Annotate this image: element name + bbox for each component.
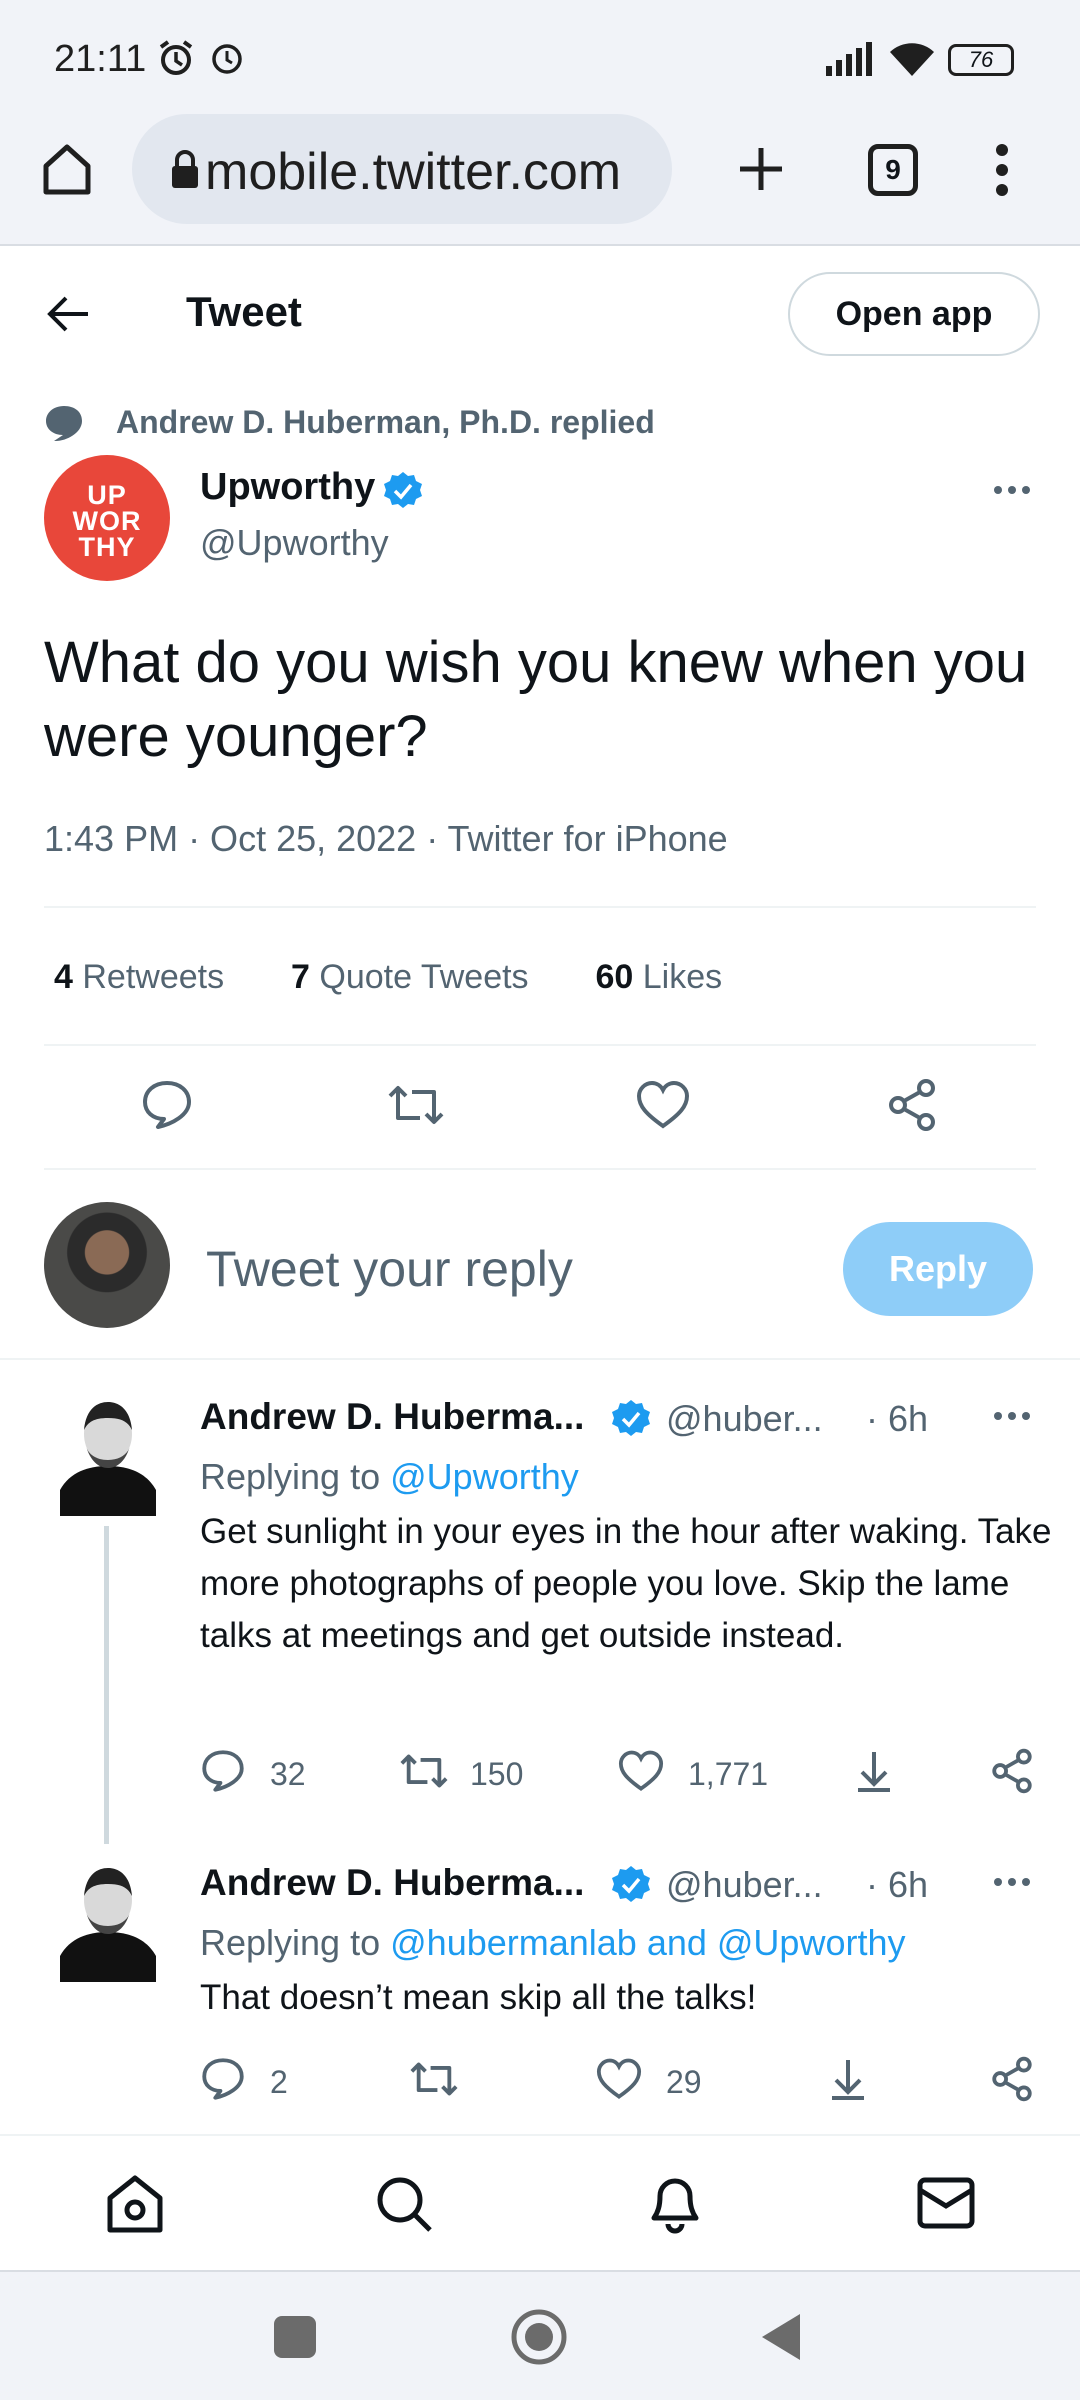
lock-icon[interactable] <box>170 150 200 190</box>
back-button[interactable] <box>760 2312 802 2362</box>
reply-icon[interactable] <box>200 2056 246 2102</box>
replying-to-link[interactable]: @hubermanlab and @Upworthy <box>390 1922 905 1963</box>
more-options-icon[interactable] <box>992 1410 1032 1422</box>
tweet-stats: 4 Retweets 7 Quote Tweets 60 Likes <box>54 958 722 997</box>
alarm-icon <box>156 38 196 78</box>
like-icon[interactable] <box>636 1080 690 1130</box>
reply-count: 2 <box>270 2064 288 2100</box>
reply-text: Get sunlight in your eyes in the hour af… <box>200 1512 1052 1655</box>
reply-count: 32 <box>270 1756 306 1792</box>
avatar[interactable] <box>44 1202 170 1328</box>
like-icon[interactable] <box>596 2058 642 2100</box>
like-count: 29 <box>666 2064 702 2100</box>
reply-input[interactable]: Tweet your reply <box>206 1240 573 1298</box>
avatar[interactable]: UP WOR THY <box>44 455 170 581</box>
reply-bubble-icon <box>44 404 84 442</box>
reply-author-name[interactable]: Andrew D. Huberma... <box>200 1396 584 1438</box>
home-icon[interactable] <box>104 2174 166 2234</box>
messages-icon[interactable] <box>916 2176 976 2230</box>
verified-badge-icon <box>610 1864 652 1906</box>
recents-button[interactable] <box>274 2316 316 2358</box>
likes-stat[interactable]: 60 Likes <box>595 958 722 996</box>
more-options-icon[interactable] <box>992 484 1032 496</box>
reply-icon[interactable] <box>140 1078 194 1132</box>
search-icon[interactable] <box>374 2174 434 2234</box>
open-app-button[interactable]: Open app <box>788 272 1040 356</box>
divider <box>44 1168 1036 1170</box>
browser-chrome: 21:11 76 mobile.twitter.com 9 <box>0 0 1080 246</box>
thread-line <box>104 1526 109 1844</box>
avatar-logo-text: THY <box>78 532 136 562</box>
divider <box>0 1358 1080 1360</box>
reply-icon[interactable] <box>200 1748 246 1794</box>
reply-author-handle[interactable]: @huber... <box>666 1398 823 1440</box>
replying-to: Replying to @Upworthy <box>200 1456 579 1497</box>
share-icon[interactable] <box>886 1078 938 1132</box>
reply-author-handle[interactable]: @huber... <box>666 1864 823 1906</box>
social-context[interactable]: Andrew D. Huberman, Ph.D. replied <box>116 404 655 441</box>
divider <box>44 906 1036 908</box>
divider <box>44 1044 1036 1046</box>
share-icon[interactable] <box>990 1748 1034 1794</box>
notifications-icon[interactable] <box>646 2172 704 2234</box>
status-time: 21:11 <box>54 38 147 80</box>
more-options-icon[interactable] <box>992 1876 1032 1888</box>
home-icon[interactable] <box>38 140 96 198</box>
avatar[interactable] <box>56 1856 160 1982</box>
avatar-logo-text: UP <box>87 480 127 510</box>
tweet-meta[interactable]: 1:43 PM · Oct 25, 2022 · Twitter for iPh… <box>44 818 728 860</box>
home-button[interactable] <box>510 2308 568 2366</box>
more-vert-icon[interactable] <box>992 142 1012 198</box>
author-handle[interactable]: @Upworthy <box>200 522 389 564</box>
bottom-nav <box>0 2134 1080 2270</box>
battery-indicator: 76 <box>948 44 1014 76</box>
reply-text: That doesn’t mean skip all the talks! <box>200 1978 757 2017</box>
reply-author-name[interactable]: Andrew D. Huberma... <box>200 1862 584 1904</box>
retweets-stat[interactable]: 4 Retweets <box>54 958 224 996</box>
replying-to-link[interactable]: @Upworthy <box>390 1456 579 1497</box>
download-icon[interactable] <box>854 1748 894 1794</box>
clock-icon <box>210 42 244 76</box>
system-nav-bar <box>0 2270 1080 2400</box>
new-tab-icon[interactable] <box>736 144 786 194</box>
download-icon[interactable] <box>828 2056 868 2102</box>
signal-icon <box>826 42 876 76</box>
quote-tweets-stat[interactable]: 7 Quote Tweets <box>291 958 529 996</box>
retweet-icon[interactable] <box>386 1078 446 1132</box>
page-title: Tweet <box>186 288 302 335</box>
tab-switcher-button[interactable]: 9 <box>868 144 918 196</box>
verified-badge-icon <box>610 1398 652 1440</box>
avatar-logo-text: WOR <box>72 506 142 536</box>
retweet-icon[interactable] <box>408 2056 460 2102</box>
verified-badge-icon <box>382 470 424 512</box>
reply-button[interactable]: Reply <box>843 1222 1033 1316</box>
like-icon[interactable] <box>618 1750 664 1792</box>
reply-timestamp[interactable]: · 6h <box>866 1398 928 1440</box>
url-text[interactable]: mobile.twitter.com <box>205 142 657 202</box>
author-name[interactable]: Upworthy <box>200 466 375 509</box>
back-arrow-icon[interactable] <box>46 294 90 334</box>
avatar[interactable] <box>56 1390 160 1516</box>
retweet-count: 150 <box>470 1756 524 1792</box>
tweet-text: What do you wish you knew when you were … <box>44 630 1028 769</box>
share-icon[interactable] <box>990 2056 1034 2102</box>
reply-timestamp[interactable]: · 6h <box>866 1864 928 1906</box>
replying-to: Replying to @hubermanlab and @Upworthy <box>200 1922 906 1963</box>
wifi-icon <box>888 40 936 78</box>
like-count: 1,771 <box>688 1756 769 1792</box>
retweet-icon[interactable] <box>398 1748 450 1794</box>
